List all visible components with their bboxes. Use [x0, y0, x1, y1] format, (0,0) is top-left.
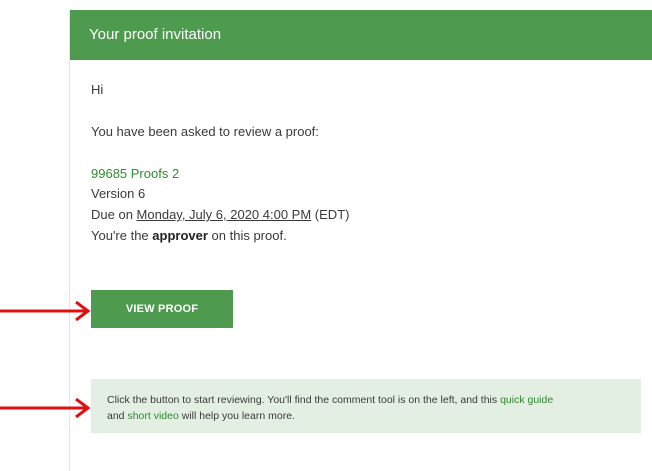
version-text: Version 6 — [91, 186, 146, 201]
short-video-link[interactable]: short video — [127, 410, 178, 422]
role-suffix: on this proof. — [207, 228, 287, 243]
red-right-arrow-icon — [0, 398, 91, 418]
help-text-1: Click the button to start reviewing. You… — [107, 394, 501, 406]
due-prefix: Due on — [91, 207, 137, 222]
red-right-arrow-icon — [0, 301, 91, 321]
role-value: approver — [152, 228, 208, 243]
due-date-link[interactable]: Monday, July 6, 2020 4:00 PM — [137, 207, 312, 222]
view-proof-button[interactable]: VIEW PROOF — [91, 290, 233, 328]
help-text-3: will help you learn more. — [178, 410, 295, 422]
role-line: You're the approver on this proof. — [91, 228, 287, 244]
email-header: Your proof invitation — [70, 10, 652, 60]
help-text-2: and — [107, 410, 128, 422]
due-date-line: Due on Monday, July 6, 2020 4:00 PM (EDT… — [91, 207, 349, 223]
greeting-text: Hi — [91, 82, 104, 97]
intro-text: You have been asked to review a proof: — [91, 124, 319, 139]
proof-name-link[interactable]: 99685 Proofs 2 — [91, 166, 179, 182]
email-title: Your proof invitation — [89, 26, 222, 43]
role-prefix: You're the — [91, 228, 153, 243]
help-note-text: Click the button to start reviewing. You… — [107, 392, 632, 424]
quick-guide-link[interactable]: quick guide — [500, 394, 553, 406]
help-note: Click the button to start reviewing. You… — [91, 379, 641, 433]
due-timezone: (EDT) — [311, 207, 350, 222]
email-card: Your proof invitation Hi You have been a… — [69, 10, 652, 471]
